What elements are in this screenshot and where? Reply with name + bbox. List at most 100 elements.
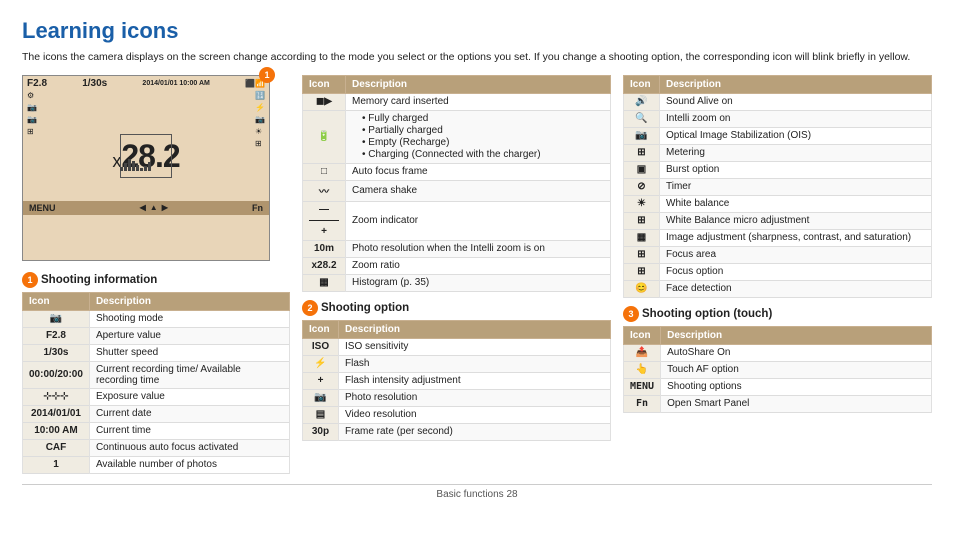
table-row: MENUShooting options xyxy=(624,378,932,395)
circle-1: 1 xyxy=(259,67,275,83)
section2bot-table: Icon Description ISOISO sensitivity⚡Flas… xyxy=(302,320,611,441)
section1-table: Icon Description 📷Shooting modeF2.8Apert… xyxy=(22,292,290,474)
desc-cell: Focus option xyxy=(660,263,932,280)
icon-cell: ☀ xyxy=(624,195,660,212)
circle-3: 3 xyxy=(623,306,639,322)
desc-cell: Current time xyxy=(89,422,289,439)
table-row: 10mPhoto resolution when the Intelli zoo… xyxy=(303,240,611,257)
desc-cell: Frame rate (per second) xyxy=(339,423,611,440)
desc-cell: Flash xyxy=(339,355,611,372)
circle-2: 2 xyxy=(302,300,318,316)
cam-shutter: 1/30s xyxy=(82,78,107,89)
table-row: 30pFrame rate (per second) xyxy=(303,423,611,440)
icon-cell: ISO xyxy=(303,338,339,355)
table-row: 📤AutoShare On xyxy=(624,344,932,361)
icon-cell: ⊞ xyxy=(624,263,660,280)
desc-cell: Touch AF option xyxy=(661,361,932,378)
icon-cell: 📤 xyxy=(624,344,661,361)
desc-cell: Continuous auto focus activated xyxy=(89,439,289,456)
desc-cell: Available number of photos xyxy=(89,456,289,473)
table-row: ISOISO sensitivity xyxy=(303,338,611,355)
s2t-col-icon: Icon xyxy=(303,75,346,93)
cam-left-icons: ⚙📷📷⊞ xyxy=(27,91,37,136)
icon-cell: ▣ xyxy=(624,161,660,178)
cam-fn-label[interactable]: Fn xyxy=(252,203,263,213)
desc-cell: Optical Image Stabilization (OIS) xyxy=(660,127,932,144)
table-row: 10:00 AMCurrent time xyxy=(23,422,290,439)
desc-cell: Video resolution xyxy=(339,406,611,423)
icon-cell: 🔍 xyxy=(624,110,660,127)
table-row: 😊Face detection xyxy=(624,280,932,297)
table-row: ⚡Flash xyxy=(303,355,611,372)
table-row: ⊹⊹⊹Exposure value xyxy=(23,388,290,405)
table-row: 📷Shooting mode xyxy=(23,310,290,327)
desc-cell: Aperture value xyxy=(89,327,289,344)
table-row: — ——— +Zoom indicator xyxy=(303,201,611,240)
table-row: 🔊Sound Alive on xyxy=(624,93,932,110)
icon-cell: CAF xyxy=(23,439,90,456)
table-row: 📷Photo resolution xyxy=(303,389,611,406)
icon-cell: 30p xyxy=(303,423,339,440)
table-row: 00:00/20:00Current recording time/ Avail… xyxy=(23,361,290,388)
table-row: 📷Optical Image Stabilization (OIS) xyxy=(624,127,932,144)
table-row: ▤Video resolution xyxy=(303,406,611,423)
circle-1b: 1 xyxy=(22,272,38,288)
table-row: 2014/01/01Current date xyxy=(23,405,290,422)
s2b-col-icon: Icon xyxy=(303,320,339,338)
table-row: ⊞Metering xyxy=(624,144,932,161)
table-row: 1/30sShutter speed xyxy=(23,344,290,361)
icon-cell: — ——— + xyxy=(303,201,346,240)
icon-cell: ▦ xyxy=(303,274,346,291)
table-row: ▦Histogram (p. 35) xyxy=(303,274,611,291)
desc-cell: Flash intensity adjustment xyxy=(339,372,611,389)
desc-cell: Current recording time/ Available record… xyxy=(89,361,289,388)
s3t-col-icon: Icon xyxy=(624,75,660,93)
list-item: Charging (Connected with the charger) xyxy=(362,149,604,160)
icon-cell: 🔋 xyxy=(303,110,346,163)
section3bot-table: Icon Description 📤AutoShare On👆Touch AF … xyxy=(623,326,932,413)
section2-title: 2 Shooting option xyxy=(302,300,611,316)
icon-cell: ▤ xyxy=(303,406,339,423)
icon-cell: 1 xyxy=(23,456,90,473)
table-row: 〰Camera shake xyxy=(303,180,611,201)
icon-cell: 📷 xyxy=(303,389,339,406)
intro-text: The icons the camera displays on the scr… xyxy=(22,50,932,65)
desc-cell: Shooting options xyxy=(661,378,932,395)
camera-preview: F2.8 1/30s 2014/01/01 10:00 AM ⬛📶 ⚙📷📷⊞ 🔢… xyxy=(22,75,270,261)
list-item: Partially charged xyxy=(362,125,604,136)
icon-cell: ⊹⊹⊹ xyxy=(23,388,90,405)
desc-cell: Histogram (p. 35) xyxy=(346,274,611,291)
cam-histogram xyxy=(120,155,156,171)
icon-cell: ⊞ xyxy=(624,212,660,229)
table-row: ⊘Timer xyxy=(624,178,932,195)
desc-cell: Burst option xyxy=(660,161,932,178)
desc-cell: Exposure value xyxy=(89,388,289,405)
cam-menu-label[interactable]: MENU xyxy=(29,203,56,213)
desc-cell: Focus area xyxy=(660,246,932,263)
desc-cell: White Balance micro adjustment xyxy=(660,212,932,229)
section1-title: 1 Shooting information xyxy=(22,272,290,288)
desc-cell: Auto focus frame xyxy=(346,163,611,180)
desc-cell: Memory card inserted xyxy=(346,93,611,110)
desc-cell: Sound Alive on xyxy=(660,93,932,110)
icon-cell: 📷 xyxy=(624,127,660,144)
table-row: 🔋Fully chargedPartially chargedEmpty (Re… xyxy=(303,110,611,163)
icon-cell: ⚡ xyxy=(303,355,339,372)
table-row: 1Available number of photos xyxy=(23,456,290,473)
desc-cell: Photo resolution when the Intelli zoom i… xyxy=(346,240,611,257)
cam-datetime: 2014/01/01 10:00 AM xyxy=(142,80,209,87)
footer: Basic functions 28 xyxy=(22,484,932,500)
table-row: ▦Image adjustment (sharpness, contrast, … xyxy=(624,229,932,246)
table-row: 🔍Intelli zoom on xyxy=(624,110,932,127)
icon-cell: Fn xyxy=(624,395,661,412)
table-row: ⊞White Balance micro adjustment xyxy=(624,212,932,229)
desc-cell: Shutter speed xyxy=(89,344,289,361)
icon-cell: ◼▶ xyxy=(303,93,346,110)
table-row: ◼▶Memory card inserted xyxy=(303,93,611,110)
s2t-col-desc: Description xyxy=(346,75,611,93)
icon-cell: 2014/01/01 xyxy=(23,405,90,422)
icon-cell: 🔊 xyxy=(624,93,660,110)
table-row: 👆Touch AF option xyxy=(624,361,932,378)
icon-cell: 😊 xyxy=(624,280,660,297)
icon-cell: MENU xyxy=(624,378,661,395)
